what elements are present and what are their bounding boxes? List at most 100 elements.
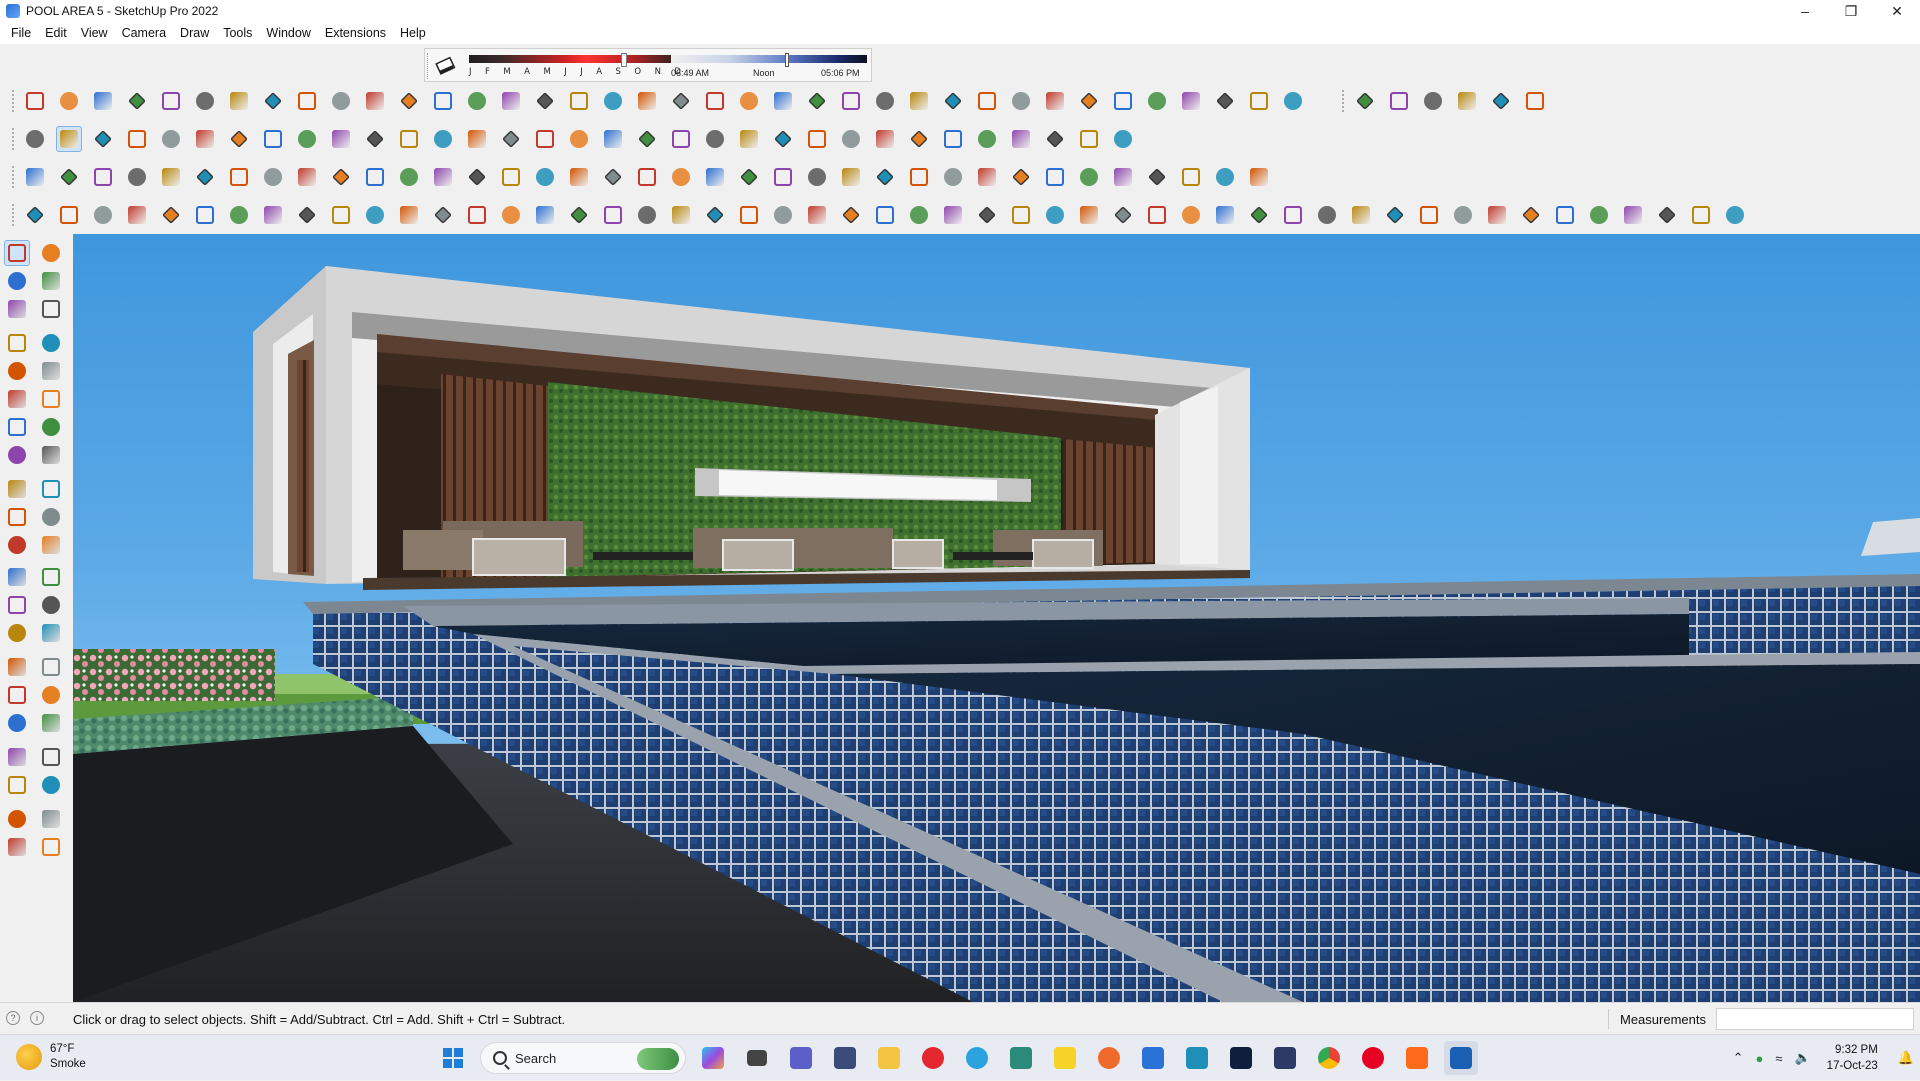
minimize-button[interactable]: – bbox=[1782, 0, 1828, 22]
large-tool-icon[interactable] bbox=[38, 834, 64, 860]
toolbar-tool-icon[interactable] bbox=[158, 202, 184, 228]
large-tool-icon[interactable] bbox=[38, 532, 64, 558]
taskbar-teams[interactable] bbox=[784, 1041, 818, 1075]
menu-tools[interactable]: Tools bbox=[216, 26, 259, 40]
toolbar-tool-icon[interactable] bbox=[804, 88, 830, 114]
toolbar-tool-icon[interactable] bbox=[1420, 88, 1446, 114]
taskbar-telegram[interactable] bbox=[960, 1041, 994, 1075]
toolbar-tool-icon[interactable] bbox=[90, 88, 116, 114]
large-tool-icon[interactable] bbox=[4, 682, 30, 708]
toolbar-tool-icon[interactable] bbox=[1008, 88, 1034, 114]
toolbar-tool-icon[interactable] bbox=[294, 126, 320, 152]
menu-window[interactable]: Window bbox=[259, 26, 317, 40]
toolbar-tool-icon[interactable] bbox=[1178, 202, 1204, 228]
taskbar-photoshop[interactable] bbox=[1224, 1041, 1258, 1075]
toolbar-tool-icon[interactable] bbox=[464, 88, 490, 114]
taskbar-copilot[interactable] bbox=[696, 1041, 730, 1075]
toolbar-tool-icon[interactable] bbox=[56, 88, 82, 114]
toolbar-tool-icon[interactable] bbox=[1246, 88, 1272, 114]
toolbar-tool-icon[interactable] bbox=[1416, 202, 1442, 228]
toolbar-tool-icon[interactable] bbox=[1212, 164, 1238, 190]
shadow-toggle-icon[interactable] bbox=[435, 55, 457, 77]
network-status-icon[interactable]: ● bbox=[1755, 1051, 1763, 1066]
menu-draw[interactable]: Draw bbox=[173, 26, 216, 40]
toolbar-tool-icon[interactable] bbox=[260, 88, 286, 114]
volume-icon[interactable]: 🔈 bbox=[1794, 1050, 1810, 1066]
toolbar-tool-icon[interactable] bbox=[328, 202, 354, 228]
large-tool-icon[interactable] bbox=[4, 268, 30, 294]
toolbar-tool-icon[interactable] bbox=[600, 202, 626, 228]
toolbar-tool-icon[interactable] bbox=[804, 164, 830, 190]
menu-edit[interactable]: Edit bbox=[38, 26, 74, 40]
toolbar-tool-icon[interactable] bbox=[226, 164, 252, 190]
large-tool-icon[interactable] bbox=[4, 834, 30, 860]
toolbar-tool-icon[interactable] bbox=[736, 202, 762, 228]
toolbar-tool-icon[interactable] bbox=[1280, 202, 1306, 228]
toolbar-tool-icon[interactable] bbox=[430, 88, 456, 114]
large-tool-icon[interactable] bbox=[38, 296, 64, 322]
toolbar-tool-icon[interactable] bbox=[906, 202, 932, 228]
toolbar-tool-icon[interactable] bbox=[736, 126, 762, 152]
toolbar-tool-icon[interactable] bbox=[226, 126, 252, 152]
toolbar-tool-icon[interactable] bbox=[600, 126, 626, 152]
large-tool-icon[interactable] bbox=[38, 386, 64, 412]
toolbar-tool-icon[interactable] bbox=[838, 126, 864, 152]
toolbar-tool-icon[interactable] bbox=[430, 126, 456, 152]
toolbar-tool-icon[interactable] bbox=[328, 88, 354, 114]
time-slider-thumb[interactable] bbox=[785, 53, 789, 67]
taskbar-grammarly[interactable] bbox=[1092, 1041, 1126, 1075]
toolbar-tool-icon[interactable] bbox=[1314, 202, 1340, 228]
large-tool-icon[interactable] bbox=[38, 504, 64, 530]
measurements-input[interactable] bbox=[1716, 1008, 1914, 1030]
toolbar-tool-icon[interactable] bbox=[668, 126, 694, 152]
taskbar-chrome[interactable] bbox=[1312, 1041, 1346, 1075]
menu-help[interactable]: Help bbox=[393, 26, 433, 40]
toolbar-tool-icon[interactable] bbox=[158, 126, 184, 152]
toolbar-tool-icon[interactable] bbox=[566, 164, 592, 190]
toolbar-tool-icon[interactable] bbox=[1348, 202, 1374, 228]
menu-camera[interactable]: Camera bbox=[115, 26, 173, 40]
toolbar-tool-icon[interactable] bbox=[974, 126, 1000, 152]
toolbar-tool-icon[interactable] bbox=[1518, 202, 1544, 228]
toolbar-tool-icon[interactable] bbox=[668, 164, 694, 190]
toolbar-tool-icon[interactable] bbox=[1484, 202, 1510, 228]
toolbar-tool-icon[interactable] bbox=[702, 202, 728, 228]
toolbar-tool-icon[interactable] bbox=[872, 202, 898, 228]
menu-extensions[interactable]: Extensions bbox=[318, 26, 393, 40]
chevron-up-icon[interactable]: ⌃ bbox=[1733, 1050, 1744, 1066]
toolbar-tool-icon[interactable] bbox=[1246, 202, 1272, 228]
toolbar-grip[interactable] bbox=[427, 53, 430, 79]
time-slider[interactable]: 06:49 AM Noon 05:06 PM bbox=[671, 53, 867, 79]
toolbar-tool-icon[interactable] bbox=[906, 88, 932, 114]
toolbar-tool-icon[interactable] bbox=[872, 126, 898, 152]
toolbar-tool-icon[interactable] bbox=[1722, 202, 1748, 228]
taskbar-app-teal[interactable] bbox=[1180, 1041, 1214, 1075]
large-tool-icon[interactable] bbox=[4, 772, 30, 798]
toolbar-tool-icon[interactable] bbox=[362, 202, 388, 228]
taskbar-opera[interactable] bbox=[916, 1041, 950, 1075]
toolbar-tool-icon[interactable] bbox=[1654, 202, 1680, 228]
toolbar-tool-icon[interactable] bbox=[600, 88, 626, 114]
toolbar-tool-icon[interactable] bbox=[498, 202, 524, 228]
toolbar-tool-icon[interactable] bbox=[1076, 202, 1102, 228]
toolbar-tool-icon[interactable] bbox=[1042, 202, 1068, 228]
toolbar-tool-icon[interactable] bbox=[804, 202, 830, 228]
toolbar-tool-icon[interactable] bbox=[260, 126, 286, 152]
large-tool-icon[interactable] bbox=[38, 330, 64, 356]
large-tool-icon[interactable] bbox=[38, 414, 64, 440]
toolbar-tool-icon[interactable] bbox=[668, 202, 694, 228]
close-button[interactable]: ✕ bbox=[1874, 0, 1920, 22]
toolbar-tool-icon[interactable] bbox=[124, 88, 150, 114]
toolbar-tool-icon[interactable] bbox=[464, 164, 490, 190]
taskbar-sketchup[interactable] bbox=[1444, 1041, 1478, 1075]
toolbar-tool-icon[interactable] bbox=[124, 126, 150, 152]
toolbar-tool-icon[interactable] bbox=[906, 126, 932, 152]
menu-file[interactable]: File bbox=[4, 26, 38, 40]
taskbar-app-blue[interactable] bbox=[1136, 1041, 1170, 1075]
taskbar-file-explorer[interactable] bbox=[872, 1041, 906, 1075]
large-tool-icon[interactable] bbox=[4, 476, 30, 502]
toolbar-tool-icon[interactable] bbox=[532, 202, 558, 228]
toolbar-tool-icon[interactable] bbox=[872, 88, 898, 114]
toolbar-tool-icon[interactable] bbox=[1454, 88, 1480, 114]
toolbar-tool-icon[interactable] bbox=[1144, 202, 1170, 228]
